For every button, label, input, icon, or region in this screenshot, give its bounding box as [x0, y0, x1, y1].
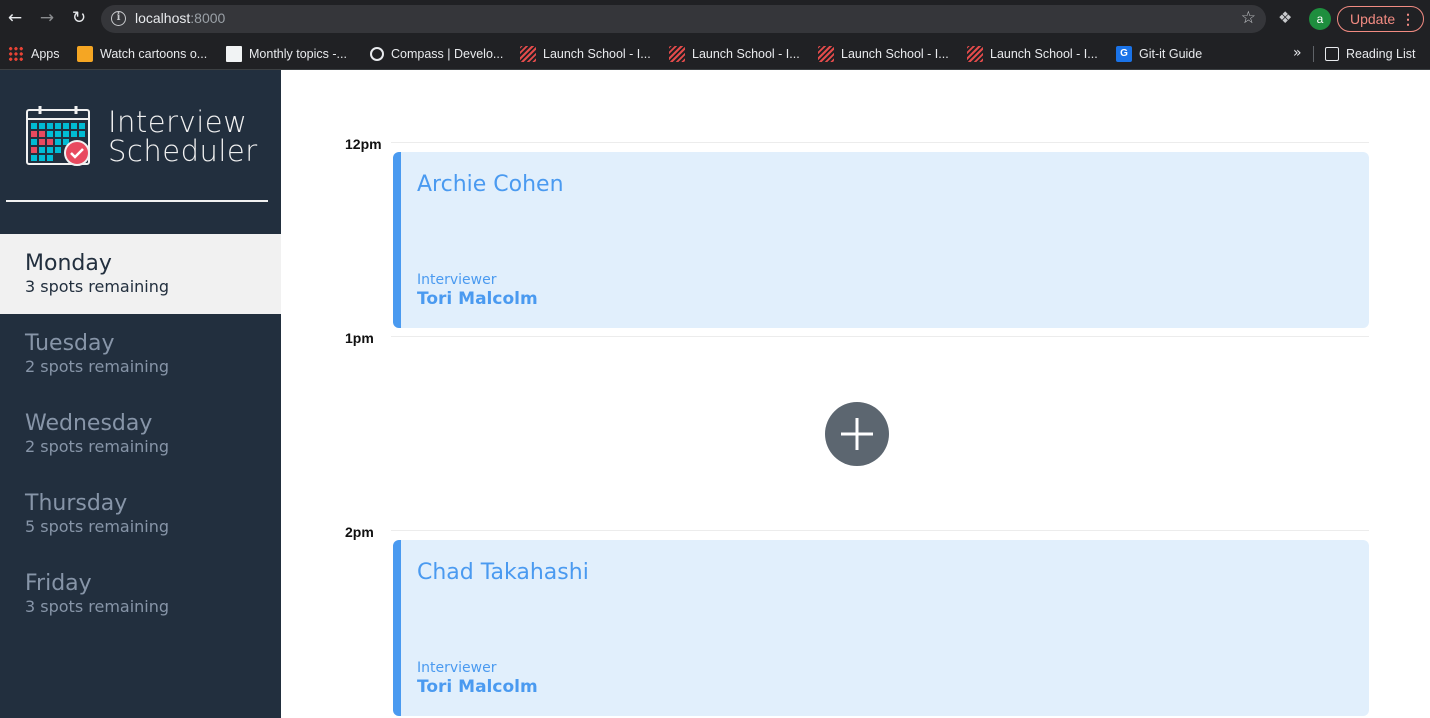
site-info-icon[interactable]: i: [111, 11, 126, 26]
browser-toolbar: ← → ↻ i localhost:8000 ☆ ❖ a Update ⋮: [0, 0, 1430, 38]
reading-list-button[interactable]: Reading List: [1325, 44, 1416, 64]
day-spots: 3 spots remaining: [25, 277, 170, 296]
day-name: Tuesday: [25, 331, 115, 356]
slot-divider: [391, 336, 1369, 337]
reading-list-icon: [1325, 47, 1339, 61]
launch-school-icon: [520, 46, 536, 62]
day-spots: 5 spots remaining: [25, 517, 170, 536]
bookmarks-bar: Apps Watch cartoons o... Monthly topics …: [0, 38, 1430, 70]
day-item-thursday[interactable]: Thursday 5 spots remaining: [0, 474, 281, 554]
day-spots: 2 spots remaining: [25, 437, 170, 456]
url-text[interactable]: localhost:8000: [135, 10, 225, 26]
document-icon: [226, 46, 242, 62]
day-item-friday[interactable]: Friday 3 spots remaining: [0, 554, 281, 634]
brand-divider: [6, 200, 268, 202]
slot-time: 2pm: [345, 524, 374, 540]
extensions-puzzle-icon[interactable]: ❖: [1278, 8, 1292, 27]
slot-divider: [391, 142, 1369, 143]
day-item-monday[interactable]: Monday 3 spots remaining: [0, 234, 281, 314]
bookmark-launch-school-2[interactable]: Launch School - I...: [669, 44, 800, 64]
day-name: Friday: [25, 571, 92, 596]
slot-divider: [391, 530, 1369, 531]
profile-avatar[interactable]: a: [1309, 8, 1331, 30]
student-name: Archie Cohen: [417, 172, 564, 197]
interviewer-label: Interviewer: [417, 272, 497, 288]
bookmark-git-it-guide[interactable]: G Git-it Guide: [1116, 44, 1202, 64]
interviewer-name: Tori Malcolm: [417, 289, 538, 309]
day-item-tuesday[interactable]: Tuesday 2 spots remaining: [0, 314, 281, 394]
day-name: Monday: [25, 251, 112, 276]
bookmark-monthly-topics[interactable]: Monthly topics -...: [226, 44, 347, 64]
interviewer-label: Interviewer: [417, 660, 497, 676]
update-button[interactable]: Update ⋮: [1337, 6, 1424, 32]
bookmark-apps[interactable]: Apps: [8, 44, 60, 64]
address-bar[interactable]: i localhost:8000 ☆: [101, 5, 1266, 33]
student-name: Chad Takahashi: [417, 560, 589, 585]
bookmark-launch-school-4[interactable]: Launch School - I...: [967, 44, 1098, 64]
bookmark-launch-school-3[interactable]: Launch School - I...: [818, 44, 949, 64]
cartoon-site-icon: [77, 46, 93, 62]
forward-arrow-icon[interactable]: →: [37, 8, 57, 28]
day-spots: 2 spots remaining: [25, 357, 170, 376]
day-item-wednesday[interactable]: Wednesday 2 spots remaining: [0, 394, 281, 474]
sidebar: Interview Scheduler Monday 3 spots remai…: [0, 70, 281, 718]
reload-icon[interactable]: ↻: [69, 8, 89, 28]
launch-school-icon: [818, 46, 834, 62]
calendar-logo-icon: [26, 106, 90, 166]
brand-line-2: Scheduler: [108, 134, 258, 168]
interviewer-name: Tori Malcolm: [417, 677, 538, 697]
day-name: Wednesday: [25, 411, 153, 436]
day-spots: 3 spots remaining: [25, 597, 170, 616]
more-bookmarks-icon[interactable]: »: [1293, 45, 1302, 61]
git-it-icon: G: [1116, 46, 1132, 62]
back-arrow-icon[interactable]: ←: [5, 8, 25, 28]
launch-school-icon: [669, 46, 685, 62]
appointment-card[interactable]: Archie Cohen Interviewer Tori Malcolm: [393, 152, 1369, 328]
slot-time: 1pm: [345, 330, 374, 346]
brand-line-1: Interview: [108, 105, 248, 139]
apps-grid-icon: [8, 46, 24, 62]
update-label: Update: [1350, 11, 1396, 27]
bookmarks-divider: [1313, 46, 1314, 62]
schedule: 12pm Archie Cohen Interviewer Tori Malco…: [281, 70, 1430, 718]
compass-icon: [370, 47, 384, 61]
slot-time: 12pm: [345, 136, 382, 152]
app-brand: Interview Scheduler: [108, 108, 258, 166]
add-appointment-button[interactable]: [825, 402, 889, 466]
day-name: Thursday: [25, 491, 128, 516]
appointment-card[interactable]: Chad Takahashi Interviewer Tori Malcolm: [393, 540, 1369, 716]
menu-dots-icon: ⋮: [1401, 11, 1415, 27]
launch-school-icon: [967, 46, 983, 62]
bookmark-launch-school-1[interactable]: Launch School - I...: [520, 44, 651, 64]
bookmark-compass[interactable]: Compass | Develo...: [370, 44, 503, 64]
day-list: Monday 3 spots remaining Tuesday 2 spots…: [0, 234, 281, 634]
bookmark-cartoons[interactable]: Watch cartoons o...: [77, 44, 207, 64]
bookmark-star-icon[interactable]: ☆: [1241, 8, 1256, 28]
